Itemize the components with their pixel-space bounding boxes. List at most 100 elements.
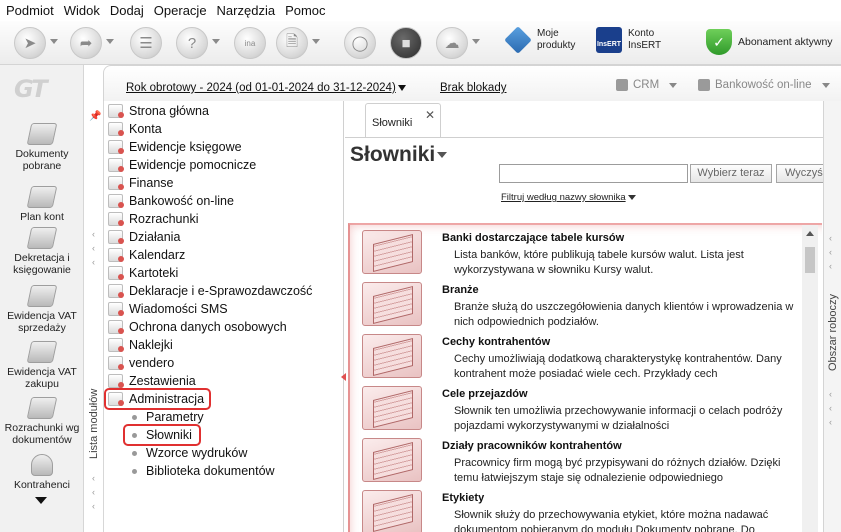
chevron-down-icon[interactable] bbox=[312, 39, 320, 44]
module-item-dzialania[interactable]: Działania bbox=[108, 228, 180, 246]
shortcut-label: Plan kont bbox=[20, 211, 64, 223]
choose-now-button[interactable]: Wybierz teraz bbox=[690, 164, 772, 183]
page-title[interactable]: Słowniki bbox=[350, 143, 448, 167]
collapse-left-icon[interactable]: ‹ bbox=[92, 257, 95, 267]
collapse-left-icon[interactable]: ‹ bbox=[92, 243, 95, 253]
module-item-strona-glowna[interactable]: Strona główna bbox=[108, 102, 209, 120]
help-icon[interactable]: ? bbox=[176, 27, 208, 59]
stack-icon[interactable]: ☰ bbox=[130, 27, 162, 59]
list-item[interactable]: Branże Branże służą do uszczegółowienia … bbox=[358, 279, 804, 331]
module-item-deklaracje[interactable]: Deklaracje i e-Sprawozdawczość bbox=[108, 282, 312, 300]
module-item-ochrona-danych[interactable]: Ochrona danych osobowych bbox=[108, 318, 287, 336]
expand-left-icon[interactable]: ‹ bbox=[829, 233, 832, 243]
subscription-button[interactable]: ✓ Abonament aktywny bbox=[706, 29, 833, 55]
dictionary-description: Pracownicy firm mogą być przypisywani do… bbox=[454, 457, 781, 484]
lock-status-link[interactable]: Brak blokady bbox=[440, 82, 506, 94]
scrollbar-thumb[interactable] bbox=[805, 247, 815, 273]
globe-icon[interactable]: ◯ bbox=[344, 27, 376, 59]
scroll-down-icon[interactable] bbox=[35, 497, 47, 504]
pin-icon[interactable]: 📌 bbox=[89, 111, 101, 122]
collapse-left-icon[interactable]: ‹ bbox=[92, 501, 95, 511]
shortcut-vat-sprzedazy[interactable]: Ewidencja VAT sprzedaży bbox=[0, 285, 84, 334]
module-list-caption[interactable]: Lista modułów bbox=[88, 389, 100, 459]
expand-left-icon[interactable]: ‹ bbox=[829, 417, 832, 427]
module-label: Ewidencje księgowe bbox=[129, 140, 242, 154]
list-item[interactable]: Cele przejazdów Słownik ten umożliwia pr… bbox=[358, 383, 804, 435]
online-banking-button[interactable]: Bankowość on-line bbox=[698, 79, 830, 91]
ina-icon[interactable]: ina bbox=[234, 27, 266, 59]
search-input[interactable] bbox=[499, 164, 688, 183]
chevron-down-icon[interactable] bbox=[106, 39, 114, 44]
menu-operacje[interactable]: Operacje bbox=[154, 3, 207, 18]
download-documents-icon bbox=[26, 123, 58, 145]
shortcut-rozrachunki[interactable]: Rozrachunki wg dokumentów bbox=[0, 397, 84, 446]
shortcut-dekretacja[interactable]: Dekretacja i księgowanie bbox=[0, 227, 84, 276]
list-item[interactable]: Cechy kontrahentów Cechy umożliwiają dod… bbox=[358, 331, 804, 383]
chevron-down-icon bbox=[669, 82, 678, 88]
arrow-forward-icon[interactable]: ➦ bbox=[70, 27, 102, 59]
chevron-down-icon[interactable] bbox=[50, 39, 58, 44]
menu-dodaj[interactable]: Dodaj bbox=[110, 3, 144, 18]
shortcut-dokumenty-pobrane[interactable]: Dokumenty pobrane bbox=[0, 123, 84, 172]
box-icon[interactable]: ■ bbox=[390, 27, 422, 59]
submodule-biblioteka[interactable]: Biblioteka dokumentów bbox=[132, 462, 275, 480]
insert-account-button[interactable]: InsERT Konto InsERT bbox=[596, 27, 661, 53]
module-item-ewidencje-pomocnicze[interactable]: Ewidencje pomocnicze bbox=[108, 156, 256, 174]
list-item[interactable]: Banki dostarczające tabele kursów Lista … bbox=[358, 227, 804, 279]
module-item-ewidencje-ksiegowe[interactable]: Ewidencje księgowe bbox=[108, 138, 242, 156]
ledger-icon bbox=[108, 140, 124, 154]
cloud-icon[interactable]: ☁ bbox=[436, 27, 468, 59]
fiscal-year-selector[interactable]: Rok obrotowy - 2024 (od 01-01-2024 do 31… bbox=[126, 82, 406, 94]
dictionary-book-icon bbox=[362, 282, 422, 326]
close-icon[interactable]: ✕ bbox=[425, 108, 435, 122]
expand-left-icon[interactable]: ‹ bbox=[829, 403, 832, 413]
shortcut-label: Ewidencja VAT sprzedaży bbox=[7, 310, 77, 334]
collapse-left-icon[interactable]: ‹ bbox=[92, 473, 95, 483]
context-header: Rok obrotowy - 2024 (od 01-01-2024 do 31… bbox=[103, 65, 841, 101]
menu-narzedzia[interactable]: Narzędzia bbox=[217, 3, 276, 18]
collapse-left-icon[interactable]: ‹ bbox=[92, 487, 95, 497]
module-item-kalendarz[interactable]: Kalendarz bbox=[108, 246, 185, 264]
shortcut-plan-kont[interactable]: Plan kont bbox=[0, 186, 84, 223]
clear-button[interactable]: Wyczyść bbox=[776, 164, 823, 183]
menu-podmiot[interactable]: Podmiot bbox=[6, 3, 54, 18]
module-item-bankowosc[interactable]: Bankowość on-line bbox=[108, 192, 234, 210]
list-scrollbar[interactable] bbox=[802, 225, 818, 532]
expand-left-icon[interactable]: ‹ bbox=[829, 247, 832, 257]
gt-logo: GT bbox=[14, 75, 48, 103]
module-item-kartoteki[interactable]: Kartoteki bbox=[108, 264, 178, 282]
chevron-down-icon[interactable] bbox=[212, 39, 220, 44]
expand-left-icon[interactable]: ‹ bbox=[829, 389, 832, 399]
documents-icon[interactable]: 🗎 bbox=[276, 27, 308, 59]
settlements-icon bbox=[26, 397, 58, 419]
scroll-up-icon[interactable] bbox=[806, 231, 814, 236]
module-label: Konta bbox=[129, 122, 162, 136]
list-item[interactable]: Działy pracowników kontrahentów Pracowni… bbox=[358, 435, 804, 487]
highlight-slowniki bbox=[123, 424, 201, 446]
module-item-konta[interactable]: Konta bbox=[108, 120, 162, 138]
module-item-naklejki[interactable]: Naklejki bbox=[108, 336, 173, 354]
my-products-button[interactable]: Moje produkty bbox=[504, 26, 575, 54]
filter-by-name-dropdown[interactable]: Filtruj według nazwy słownika bbox=[501, 192, 636, 203]
main-content: Słowniki ✕ Słowniki Wybierz teraz Wyczyś… bbox=[341, 101, 823, 532]
module-item-sms[interactable]: Wiadomości SMS bbox=[108, 300, 228, 318]
menu-widok[interactable]: Widok bbox=[64, 3, 100, 18]
shortcut-vat-zakupu[interactable]: Ewidencja VAT zakupu bbox=[0, 341, 84, 390]
expand-left-icon[interactable]: ‹ bbox=[829, 261, 832, 271]
submodule-wzorce-wydrukow[interactable]: Wzorce wydruków bbox=[132, 444, 247, 462]
list-item[interactable]: Etykiety Słownik służy do przechowywania… bbox=[358, 487, 804, 532]
arrow-back-icon[interactable]: ➤ bbox=[14, 27, 46, 59]
tab-slowniki[interactable]: Słowniki ✕ bbox=[365, 103, 441, 137]
dictionary-description: Lista banków, które publikują tabele kur… bbox=[454, 249, 744, 276]
crm-icon bbox=[616, 79, 628, 91]
settlements-icon bbox=[108, 212, 124, 226]
module-item-vendero[interactable]: vendero bbox=[108, 354, 174, 372]
workspace-caption[interactable]: Obszar roboczy bbox=[827, 294, 839, 371]
menu-pomoc[interactable]: Pomoc bbox=[285, 3, 325, 18]
collapse-left-icon[interactable]: ‹ bbox=[92, 229, 95, 239]
chevron-down-icon[interactable] bbox=[472, 39, 480, 44]
crm-button[interactable]: CRM bbox=[616, 79, 678, 91]
module-item-rozrachunki[interactable]: Rozrachunki bbox=[108, 210, 198, 228]
module-item-finanse[interactable]: Finanse bbox=[108, 174, 173, 192]
shortcut-kontrahenci[interactable]: Kontrahenci bbox=[0, 454, 84, 491]
